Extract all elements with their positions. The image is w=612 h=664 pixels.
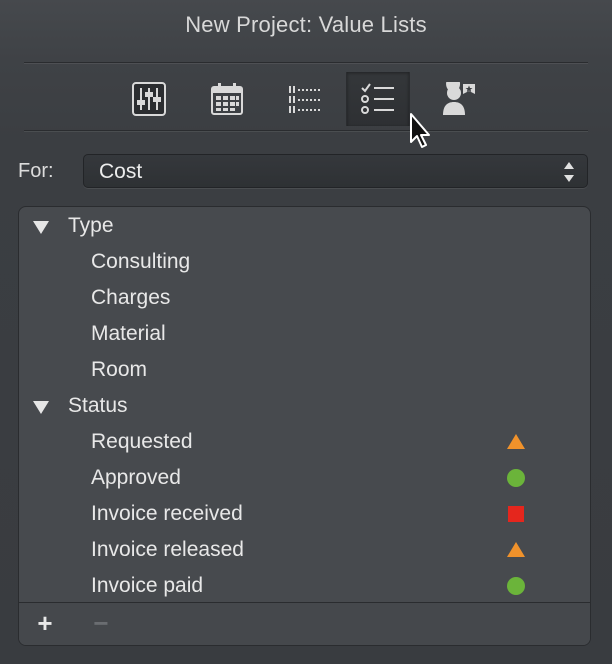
list-item[interactable]: Invoice received	[19, 496, 590, 532]
toolbar-bottom-separator	[24, 130, 588, 131]
sliders-icon	[132, 82, 166, 116]
list-item[interactable]: Invoice released	[19, 532, 590, 568]
list-item[interactable]: Consulting	[19, 244, 590, 280]
tab-value-lists[interactable]	[346, 72, 410, 126]
mouse-pointer-icon	[409, 112, 433, 155]
checklist-icon	[361, 83, 394, 114]
item-label: Requested	[91, 430, 193, 453]
disclosure-triangle-icon[interactable]	[33, 401, 49, 414]
user-star-icon	[443, 82, 475, 115]
dotted-list-icon	[289, 86, 321, 113]
orange-triangle-icon	[507, 434, 525, 449]
list-item[interactable]: Charges	[19, 280, 590, 316]
group-row-type[interactable]: Type	[19, 208, 590, 244]
green-circle-icon	[507, 469, 525, 487]
window-title: New Project: Value Lists	[185, 12, 427, 37]
tab-calendar[interactable]	[196, 72, 258, 126]
value-lists-window: New Project: Value Lists For: Cost Type …	[0, 0, 612, 664]
tab-users[interactable]	[428, 72, 490, 126]
item-label: Approved	[91, 466, 181, 489]
list-item[interactable]: Room	[19, 352, 590, 388]
red-square-icon	[508, 506, 524, 522]
list-item[interactable]: Approved	[19, 460, 590, 496]
for-select[interactable]: Cost	[83, 154, 588, 188]
value-list-outline[interactable]: Type Consulting Charges Material Room St…	[18, 206, 591, 646]
calendar-icon	[211, 83, 243, 115]
item-label: Invoice received	[91, 502, 243, 525]
group-row-status[interactable]: Status	[19, 388, 590, 424]
item-label: Charges	[91, 286, 171, 309]
toolbar-top-separator	[24, 62, 588, 63]
item-label: Invoice paid	[91, 574, 204, 597]
item-label: Room	[91, 358, 148, 381]
item-label: Material	[91, 322, 166, 345]
group-label: Status	[68, 394, 128, 417]
for-label: For:	[18, 160, 54, 182]
green-circle-icon	[507, 577, 525, 595]
group-label: Type	[68, 214, 114, 237]
for-select-value: Cost	[99, 160, 143, 183]
list-item[interactable]: Requested	[19, 424, 590, 460]
up-down-arrows-icon	[564, 162, 574, 182]
list-item[interactable]: Invoice paid	[19, 568, 590, 604]
list-bottom-bar: + −	[19, 602, 590, 645]
remove-button[interactable]: −	[87, 609, 115, 637]
disclosure-triangle-icon[interactable]	[33, 221, 49, 234]
add-button[interactable]: +	[31, 609, 59, 637]
tab-general[interactable]	[118, 72, 180, 126]
item-label: Invoice released	[91, 538, 244, 561]
toolbar	[0, 68, 612, 128]
item-label: Consulting	[91, 250, 191, 273]
tab-fields[interactable]	[274, 72, 336, 126]
orange-triangle-icon	[507, 542, 525, 557]
list-item[interactable]: Material	[19, 316, 590, 352]
